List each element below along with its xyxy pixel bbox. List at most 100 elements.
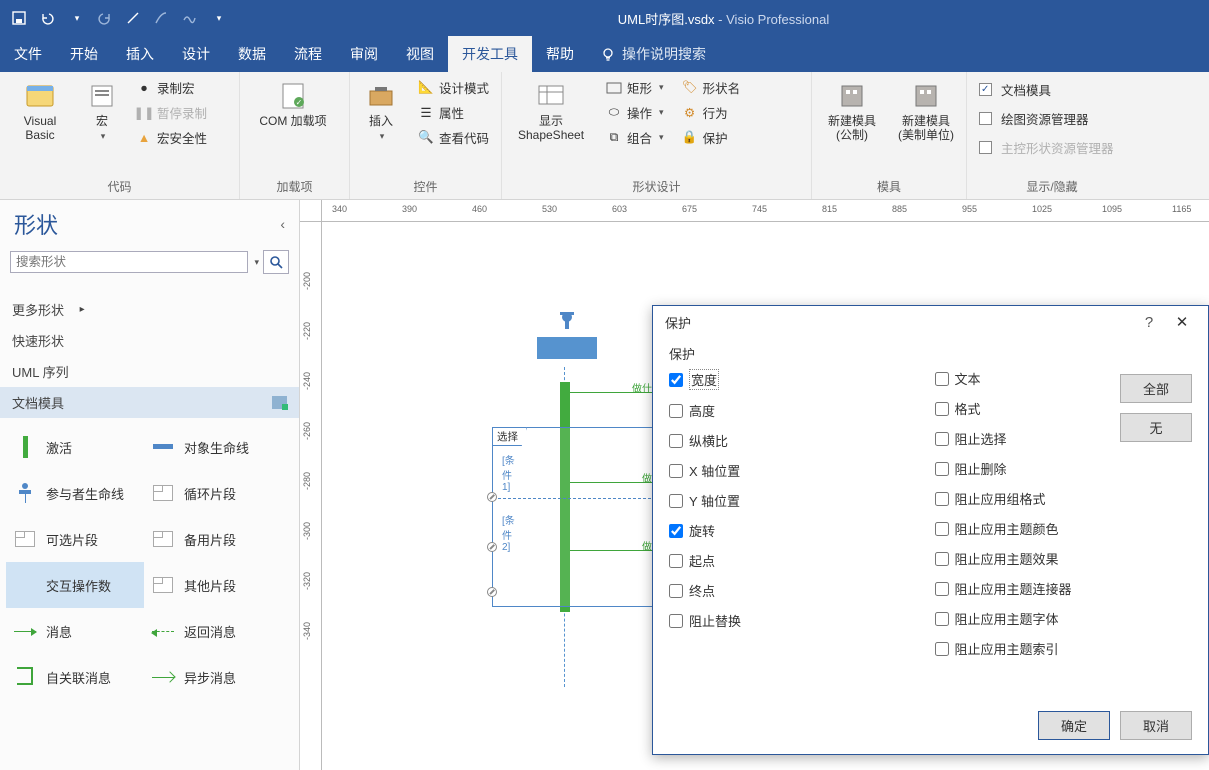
behavior-button[interactable]: ⚙行为 (678, 101, 745, 124)
drawing-explorer-toggle[interactable]: 绘图资源管理器 (975, 107, 1118, 130)
checkbox[interactable] (935, 432, 949, 446)
protect-Y 轴位置[interactable]: Y 轴位置 (669, 491, 927, 510)
checkbox[interactable] (935, 612, 949, 626)
qat-customize-icon[interactable]: ▾ (208, 7, 230, 29)
protect-纵横比[interactable]: 纵横比 (669, 431, 927, 450)
checkbox[interactable] (669, 554, 683, 568)
shape-alt-fragment[interactable]: 备用片段 (144, 516, 282, 562)
handle[interactable] (487, 492, 497, 502)
protect-阻止应用主题颜色[interactable]: 阻止应用主题颜色 (935, 519, 1193, 538)
uml-sequence-row[interactable]: UML 序列 (0, 356, 299, 387)
checkbox[interactable] (669, 464, 683, 478)
shape-self-message[interactable]: 自关联消息 (6, 654, 144, 700)
search-input[interactable] (10, 251, 248, 273)
tab-help[interactable]: 帮助 (532, 36, 588, 72)
tab-developer[interactable]: 开发工具 (448, 36, 532, 72)
tab-process[interactable]: 流程 (280, 36, 336, 72)
macro-security-button[interactable]: ▲宏安全性 (132, 126, 211, 149)
protect-阻止应用主题索引[interactable]: 阻止应用主题索引 (935, 639, 1193, 658)
macros-button[interactable]: 宏▾ (82, 76, 122, 143)
tell-me[interactable]: 操作说明搜索 (588, 36, 718, 72)
tab-home[interactable]: 开始 (56, 36, 112, 72)
new-stencil-us-button[interactable]: 新建模具 (美制单位) (894, 76, 958, 142)
checkbox[interactable] (669, 524, 683, 538)
actor-shape[interactable] (537, 312, 597, 359)
search-button[interactable] (263, 250, 289, 274)
protect-终点[interactable]: 终点 (669, 581, 927, 600)
checkbox[interactable] (935, 552, 949, 566)
quick-shapes-row[interactable]: 快速形状 (0, 325, 299, 356)
new-stencil-metric-button[interactable]: 新建模具 (公制) (820, 76, 884, 142)
search-dropdown-icon[interactable]: ▾ (254, 257, 259, 268)
checkbox[interactable] (669, 584, 683, 598)
shape-loop-fragment[interactable]: 循环片段 (144, 470, 282, 516)
freeform-tool-icon[interactable] (178, 7, 200, 29)
protect-阻止删除[interactable]: 阻止删除 (935, 459, 1193, 478)
doc-stencil-row[interactable]: 文档模具 (0, 387, 299, 418)
operations-button[interactable]: ⬭操作▾ (602, 101, 668, 124)
protect-X 轴位置[interactable]: X 轴位置 (669, 461, 927, 480)
protect-高度[interactable]: 高度 (669, 401, 927, 420)
shape-opt-fragment[interactable]: 可选片段 (6, 516, 144, 562)
protect-阻止应用主题连接器[interactable]: 阻止应用主题连接器 (935, 579, 1193, 598)
protect-起点[interactable]: 起点 (669, 551, 927, 570)
shapesheet-button[interactable]: 显示 ShapeSheet (510, 76, 592, 142)
shape-object-lifeline[interactable]: 对象生命线 (144, 424, 282, 470)
redo-icon[interactable] (94, 7, 116, 29)
handle[interactable] (487, 542, 497, 552)
dialog-titlebar[interactable]: 保护 ? ✕ (653, 306, 1208, 338)
close-icon[interactable]: ✕ (1164, 313, 1200, 331)
properties-button[interactable]: ☰属性 (414, 101, 493, 124)
collapse-panel-icon[interactable]: ‹ (280, 216, 285, 232)
save-icon[interactable] (8, 7, 30, 29)
ok-button[interactable]: 确定 (1038, 711, 1110, 740)
protection-button[interactable]: 🔒保护 (678, 126, 745, 149)
shape-actor-lifeline[interactable]: 参与者生命线 (6, 470, 144, 516)
all-button[interactable]: 全部 (1120, 374, 1192, 403)
checkbox[interactable] (935, 582, 949, 596)
checkbox[interactable] (669, 373, 683, 387)
line-tool-icon[interactable] (122, 7, 144, 29)
checkbox[interactable] (669, 494, 683, 508)
checkbox[interactable] (935, 642, 949, 656)
view-code-button[interactable]: 🔍查看代码 (414, 126, 493, 149)
arc-tool-icon[interactable] (150, 7, 172, 29)
shape-activation[interactable]: 激活 (6, 424, 144, 470)
protect-阻止应用主题字体[interactable]: 阻止应用主题字体 (935, 609, 1193, 628)
checkbox[interactable] (935, 372, 949, 386)
design-mode-button[interactable]: 📐设计模式 (414, 76, 493, 99)
tab-view[interactable]: 视图 (392, 36, 448, 72)
rectangle-tool-button[interactable]: 矩形▾ (602, 76, 668, 99)
insert-control-button[interactable]: 插入▾ (358, 76, 404, 143)
checkbox[interactable] (669, 434, 683, 448)
tab-data[interactable]: 数据 (224, 36, 280, 72)
more-shapes-row[interactable]: 更多形状 ▸ (0, 294, 299, 325)
shape-async-message[interactable]: 异步消息 (144, 654, 282, 700)
protect-旋转[interactable]: 旋转 (669, 521, 927, 540)
tab-file[interactable]: 文件 (0, 36, 56, 72)
checkbox[interactable] (669, 614, 683, 628)
tab-insert[interactable]: 插入 (112, 36, 168, 72)
shape-name-button[interactable]: 🏷形状名 (678, 76, 745, 99)
checkbox[interactable] (669, 404, 683, 418)
undo-icon[interactable] (36, 7, 58, 29)
handle[interactable] (487, 587, 497, 597)
undo-dropdown-icon[interactable]: ▾ (66, 7, 88, 29)
doc-stencil-toggle[interactable]: 文档模具 (975, 78, 1118, 101)
help-icon[interactable]: ? (1134, 314, 1164, 331)
shape-return-message[interactable]: 返回消息 (144, 608, 282, 654)
shape-message[interactable]: 消息 (6, 608, 144, 654)
protect-阻止应用组格式[interactable]: 阻止应用组格式 (935, 489, 1193, 508)
checkbox[interactable] (935, 492, 949, 506)
visual-basic-button[interactable]: Visual Basic (8, 76, 72, 142)
checkbox[interactable] (935, 402, 949, 416)
protect-阻止应用主题效果[interactable]: 阻止应用主题效果 (935, 549, 1193, 568)
record-macro-button[interactable]: ●录制宏 (132, 76, 211, 99)
com-addins-button[interactable]: ✓ COM 加载项 (248, 76, 338, 128)
combine-button[interactable]: ⧉组合▾ (602, 126, 668, 149)
shape-interaction-operand[interactable]: 交互操作数 (6, 562, 144, 608)
protect-宽度[interactable]: 宽度 (669, 369, 927, 390)
tab-review[interactable]: 审阅 (336, 36, 392, 72)
none-button[interactable]: 无 (1120, 413, 1192, 442)
checkbox[interactable] (935, 462, 949, 476)
